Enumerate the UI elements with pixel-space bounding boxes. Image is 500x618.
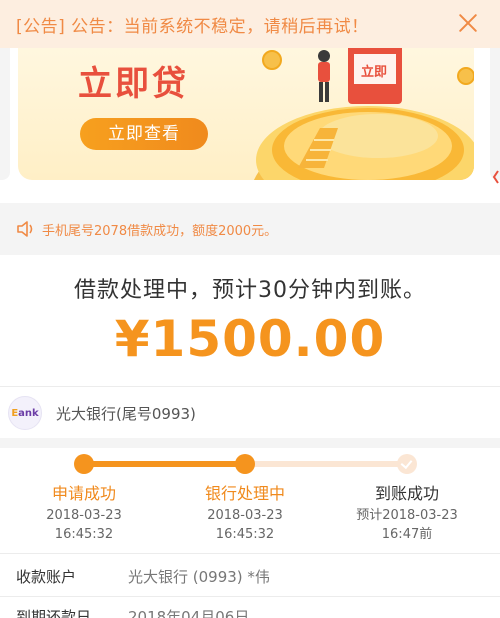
- divider: [0, 553, 500, 554]
- progress-track-pending: [245, 461, 407, 467]
- loan-amount: ¥1500.00: [114, 310, 386, 368]
- section-divider: [0, 438, 500, 448]
- bank-name: 光大银行(尾号0993): [56, 404, 196, 423]
- step-date: 2018-03-23: [46, 508, 122, 523]
- loan-status-page: [公告] 公告：当前系统不稳定，请稍后再试！ 立即贷 立即查看 立即 手机尾号2…: [0, 0, 500, 618]
- progress-tracker: 申请成功 2018-03-23 16:45:32 银行处理中 2018-03-2…: [0, 448, 500, 550]
- view-now-button[interactable]: 立即查看: [80, 118, 208, 150]
- decorative-mark-icon: [492, 170, 499, 184]
- notice-text: [公告] 公告：当前系统不稳定，请稍后再试！: [16, 16, 369, 37]
- step-date: 2018-03-23: [207, 508, 283, 523]
- step-date: 预计2018-03-23: [356, 508, 458, 523]
- step-label: 申请成功: [51, 484, 116, 503]
- info-value: 2018年04月06日: [128, 607, 250, 618]
- step-dot-icon: [74, 454, 94, 474]
- banner-illustration: 立即: [253, 48, 474, 180]
- check-icon: [397, 454, 417, 474]
- bank-account-row: Eank 光大银行(尾号0993): [0, 389, 500, 437]
- step-apply-success: 申请成功 2018-03-23 16:45:32: [9, 482, 159, 544]
- info-key: 收款账户: [16, 567, 77, 586]
- carousel-prev-card[interactable]: [0, 48, 10, 180]
- step-time: 16:47前: [381, 527, 433, 542]
- bank-logo-icon: Eank: [8, 396, 42, 430]
- due-date-row: 到期还款日 2018年04月06日: [0, 596, 500, 618]
- divider: [0, 386, 500, 387]
- notice-bar: [公告] 公告：当前系统不稳定，请稍后再试！: [0, 0, 500, 48]
- progress-track-done: [84, 461, 245, 467]
- status-title: 借款处理中，预计30分钟内到账。: [74, 278, 426, 303]
- step-arrival-success: 到账成功 预计2018-03-23 16:47前: [332, 482, 482, 544]
- step-label: 到账成功: [374, 484, 439, 503]
- carousel-next-card[interactable]: [490, 48, 500, 180]
- receiving-account-row: 收款账户 光大银行 (0993) *伟: [0, 556, 500, 596]
- speaker-icon: [17, 221, 33, 237]
- broadcast-bar: 手机尾号2078借款成功，额度2000元。: [0, 203, 500, 255]
- sign-text: 立即: [361, 64, 387, 80]
- promo-banner[interactable]: 立即贷 立即查看 立即: [18, 48, 474, 180]
- broadcast-text: 手机尾号2078借款成功，额度2000元。: [42, 223, 278, 239]
- banner-title: 立即贷: [78, 64, 189, 104]
- step-bank-processing: 银行处理中 2018-03-23 16:45:32: [170, 482, 320, 544]
- banner-area: 立即贷 立即查看 立即: [0, 48, 500, 192]
- info-value: 光大银行 (0993) *伟: [128, 567, 270, 586]
- step-label: 银行处理中: [204, 484, 285, 503]
- step-time: 16:45:32: [215, 527, 275, 542]
- close-icon[interactable]: [456, 11, 480, 35]
- step-dot-icon: [235, 454, 255, 474]
- info-key: 到期还款日: [16, 607, 92, 618]
- step-time: 16:45:32: [54, 527, 114, 542]
